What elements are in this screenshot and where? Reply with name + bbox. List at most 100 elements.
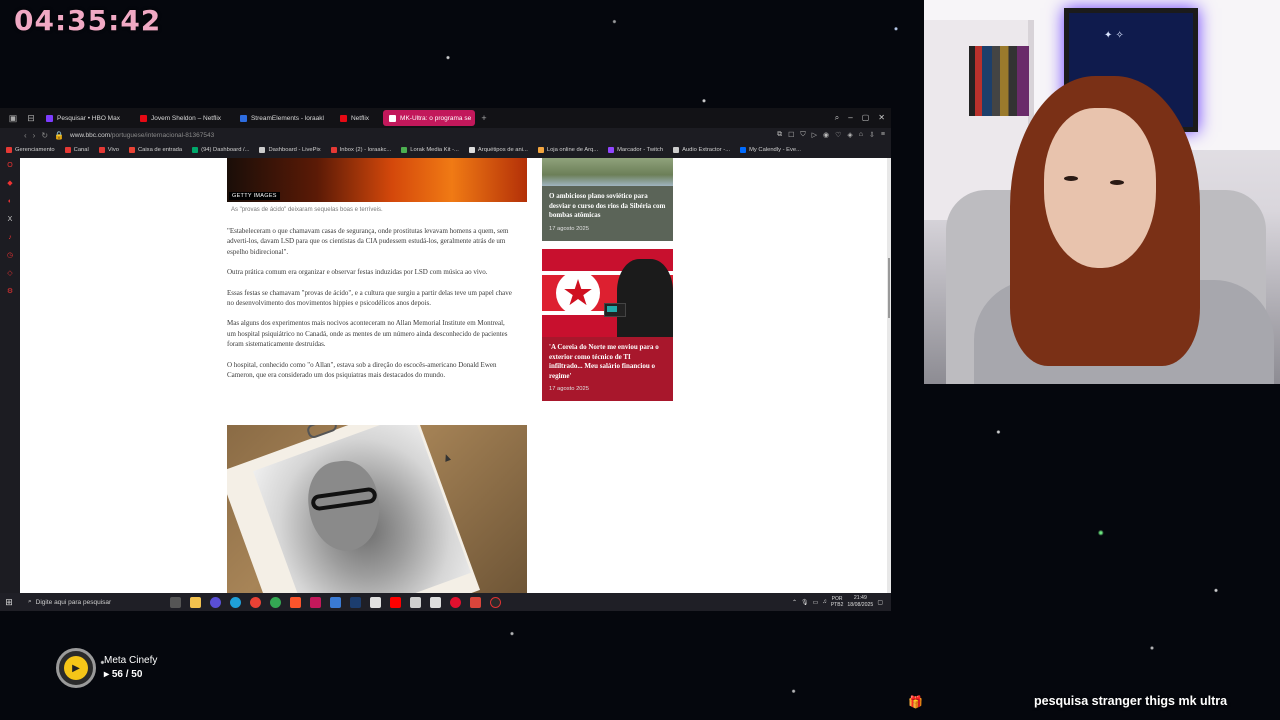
- url-field[interactable]: www.bbc.com/portuguese/internacional-813…: [70, 132, 214, 139]
- heart-icon[interactable]: ♡: [835, 131, 841, 139]
- bookmark-item[interactable]: Gerenciamento: [6, 147, 55, 153]
- red-star-icon: ★: [556, 271, 600, 315]
- related-article-title[interactable]: 'A Coreia do Norte me enviou para o exte…: [542, 337, 673, 381]
- bookmark-label: Gerenciamento: [15, 147, 55, 153]
- task-view-icon[interactable]: [170, 596, 181, 608]
- tab-favicon-icon: [239, 114, 247, 122]
- play-icon[interactable]: ▷: [812, 131, 817, 139]
- scrollbar[interactable]: [887, 158, 891, 593]
- obs-icon[interactable]: [490, 596, 501, 608]
- browser-tab[interactable]: Jovem Sheldon – Netflix: [134, 110, 226, 126]
- workspaces-icon[interactable]: ⊟: [25, 112, 37, 124]
- opera-icon[interactable]: [310, 596, 321, 608]
- pin-icon[interactable]: ◇: [6, 270, 14, 278]
- tab-label: Pesquisar • HBO Max: [57, 114, 120, 122]
- reload-icon[interactable]: ↻: [41, 131, 48, 140]
- bookmark-item[interactable]: Lorak Media Kit -...: [401, 147, 459, 153]
- browser-tab[interactable]: StreamElements - loraakl: [234, 110, 326, 126]
- file-explorer-icon[interactable]: [190, 596, 201, 608]
- webcam-eye: [1064, 176, 1078, 181]
- aria-icon[interactable]: ◆: [6, 180, 14, 188]
- x-icon[interactable]: X: [6, 216, 14, 224]
- messenger-icon[interactable]: ◐: [6, 198, 14, 206]
- shield-icon[interactable]: ⛉: [800, 131, 805, 139]
- bookmark-item[interactable]: Audio Extractor -...: [673, 147, 730, 153]
- browser-tab[interactable]: MK-Ultra: o programa se×: [383, 110, 476, 126]
- search-icon: ⌕: [28, 598, 32, 605]
- chevron-up-icon[interactable]: ⌃: [792, 599, 797, 606]
- brave-icon[interactable]: [290, 596, 301, 608]
- bookmark-item[interactable]: Marcador - Twitch: [608, 147, 663, 153]
- vpn-icon[interactable]: [330, 596, 341, 608]
- bookmark-item[interactable]: Vivo: [98, 147, 119, 153]
- bookmark-item[interactable]: Loja online de Arq...: [537, 147, 598, 153]
- bookmark-item[interactable]: Inbox (2) - loraakc...: [330, 147, 391, 153]
- photoshop-icon[interactable]: [350, 596, 361, 608]
- bookmark-label: My Calendly - Eve...: [749, 147, 801, 153]
- bookmark-item[interactable]: My Calendly - Eve...: [740, 147, 801, 153]
- article-paragraph: Mas alguns dos experimentos mais nocivos…: [227, 319, 508, 349]
- music-icon[interactable]: ♪: [6, 234, 14, 242]
- maximize-icon[interactable]: ▢: [862, 113, 870, 123]
- store-icon[interactable]: [410, 596, 421, 608]
- taskbar-search[interactable]: ⌕ Digite aqui para pesquisar: [18, 595, 136, 609]
- back-icon[interactable]: ‹: [24, 131, 27, 140]
- windows-start-icon[interactable]: ⊞: [0, 597, 18, 608]
- network-icon[interactable]: ▭: [813, 599, 819, 606]
- download-icon[interactable]: ⇩: [869, 131, 875, 139]
- screenshot-icon[interactable]: ⧉: [777, 131, 782, 139]
- streamelements-icon[interactable]: [370, 596, 381, 608]
- bookmark-label: Arquétipos de ani...: [477, 147, 528, 153]
- browser-tab[interactable]: Pesquisar • HBO Max: [40, 110, 126, 126]
- browser-tab[interactable]: Netflix: [334, 110, 375, 126]
- minimize-icon[interactable]: –: [848, 113, 852, 123]
- extension-icon[interactable]: ◈: [847, 131, 852, 139]
- volume-icon[interactable]: ♫: [822, 599, 827, 605]
- bookmark-favicon-icon: [608, 147, 615, 153]
- close-icon[interactable]: ✕: [878, 113, 885, 123]
- bookmark-item[interactable]: Dashboard - LivePix: [259, 147, 321, 153]
- chrome-alt-icon[interactable]: [270, 596, 281, 608]
- opera-gx-icon[interactable]: [210, 596, 221, 608]
- article-paragraph: "Estabeleceram o que chamavam casas de s…: [227, 227, 509, 256]
- bookmark-favicon-icon: [6, 147, 12, 153]
- bookmark-favicon-icon: [740, 147, 747, 153]
- forward-icon[interactable]: ›: [33, 131, 36, 140]
- webcam-sign-text: ✦ ✧: [1104, 30, 1124, 41]
- youtube-icon[interactable]: [390, 596, 401, 608]
- settings-icon[interactable]: ⚙: [6, 288, 14, 296]
- taskbar-clock[interactable]: 21:49 18/08/2025: [847, 595, 873, 609]
- keyboard-layout: PTB2: [830, 602, 844, 608]
- article-body: "Estabeleceram o que chamavam casas de s…: [227, 226, 512, 390]
- bookmark-icon[interactable]: ☐: [788, 131, 794, 139]
- bookmark-item[interactable]: Arquétipos de ani...: [468, 147, 528, 153]
- related-article-card[interactable]: O ambicioso plano soviético para desviar…: [542, 158, 673, 241]
- media-app-icon[interactable]: [470, 596, 481, 608]
- capcut-icon[interactable]: [430, 596, 441, 608]
- search-icon[interactable]: ⌕: [835, 113, 839, 123]
- bookmark-favicon-icon: [259, 147, 266, 153]
- wallet-icon[interactable]: ⌂: [859, 131, 863, 139]
- system-tray: ⌃ 🎙 ▭ ♫ POR PTB2 21:49 18/08/2025 ▢: [792, 595, 891, 609]
- history-icon[interactable]: ◷: [6, 252, 14, 260]
- related-article-card[interactable]: ★ 'A Coreia do Norte me enviou para o ex…: [542, 249, 673, 401]
- opera-red-icon[interactable]: [450, 596, 461, 608]
- bookmark-item[interactable]: Canal: [64, 147, 89, 153]
- opera-icon[interactable]: O: [6, 162, 14, 170]
- bookmark-item[interactable]: Caixa de entrada: [128, 147, 182, 153]
- new-tab-icon[interactable]: +: [478, 112, 490, 124]
- scrollbar-thumb[interactable]: [888, 258, 890, 318]
- language-indicator[interactable]: POR PTB2: [831, 596, 844, 608]
- sidebar-toggle-icon[interactable]: ▣: [7, 112, 19, 124]
- edge-icon[interactable]: [230, 596, 241, 608]
- bookmark-label: (94) Dashboard /...: [201, 147, 250, 153]
- bookmark-favicon-icon: [98, 147, 105, 153]
- camera-icon[interactable]: ◉: [823, 131, 829, 139]
- related-article-title[interactable]: O ambicioso plano soviético para desviar…: [542, 186, 673, 221]
- chrome-icon[interactable]: [250, 596, 261, 608]
- bookmark-item[interactable]: (94) Dashboard /...: [192, 147, 249, 153]
- notifications-icon[interactable]: ▢: [877, 599, 883, 606]
- menu-icon[interactable]: ≡: [881, 131, 885, 139]
- mic-icon[interactable]: 🎙: [801, 599, 809, 606]
- tab-favicon-icon: [139, 114, 147, 122]
